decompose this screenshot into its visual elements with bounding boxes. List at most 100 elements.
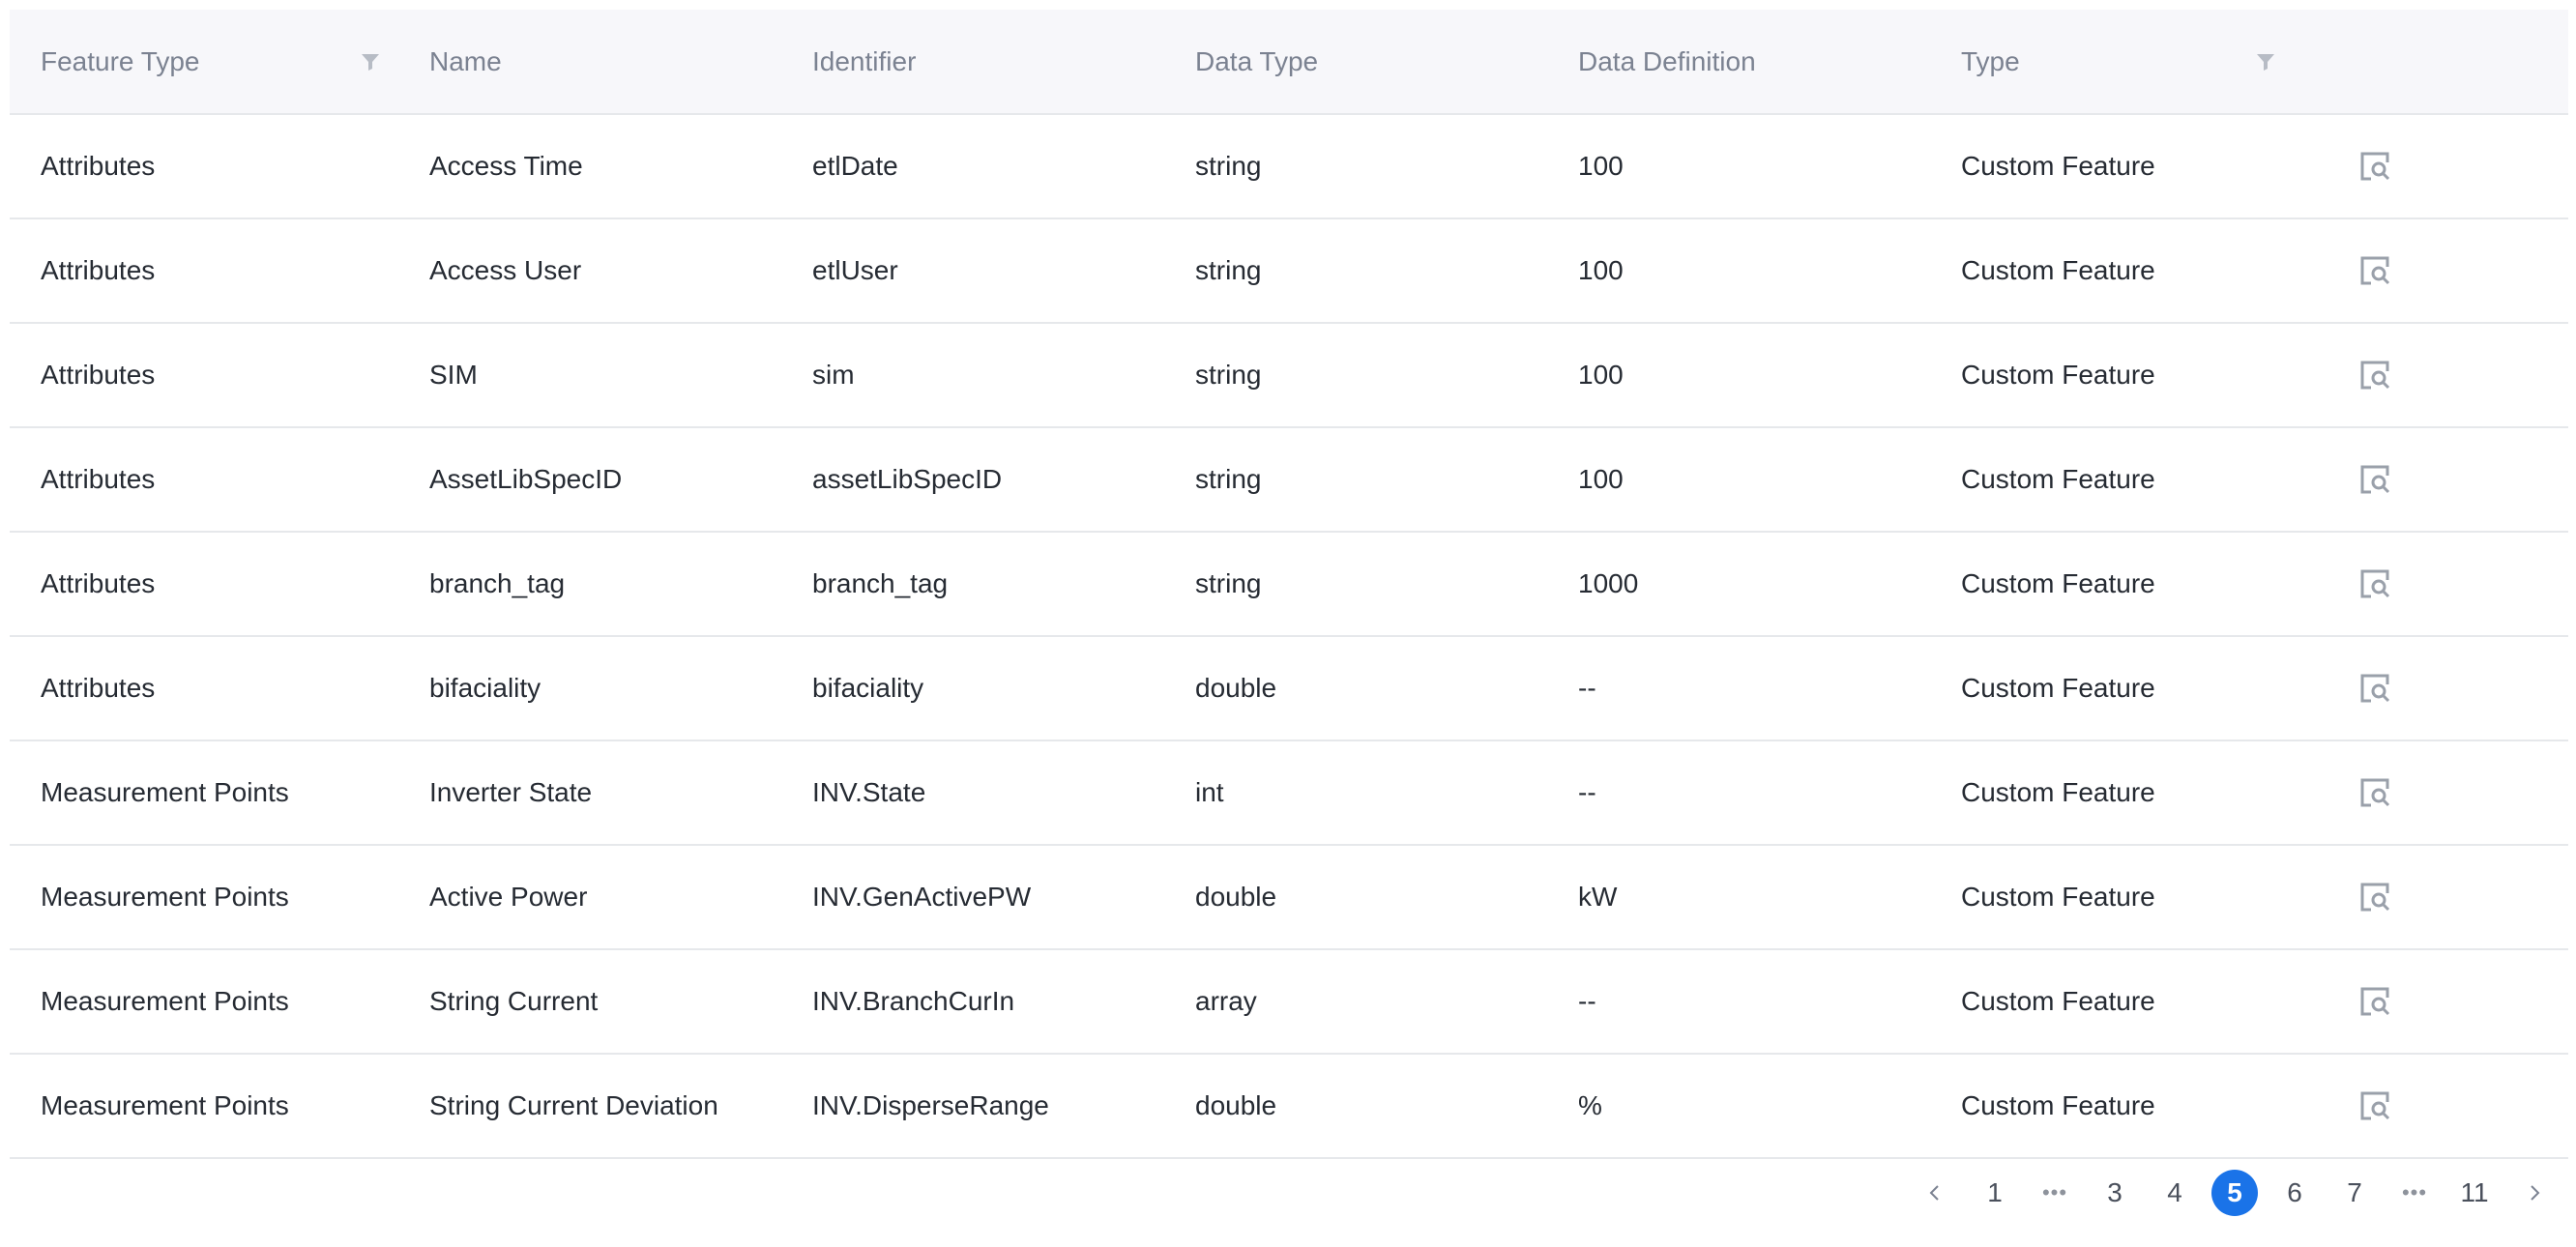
- pagination-ellipsis[interactable]: •••: [2391, 1170, 2438, 1216]
- cell-data-type: string: [1164, 114, 1547, 219]
- column-header-data-type: Data Type: [1164, 10, 1547, 115]
- column-header-label: Type: [1961, 45, 2020, 76]
- cell-name: Access Time: [398, 114, 781, 219]
- cell-name: AssetLibSpecID: [398, 427, 781, 533]
- cell-data-type: string: [1164, 427, 1547, 533]
- column-header-type: Type: [1930, 10, 2298, 115]
- pagination-page-4[interactable]: 4: [2152, 1170, 2198, 1216]
- column-header-label: Identifier: [812, 45, 917, 76]
- cell-type: Custom Feature: [1930, 218, 2298, 324]
- cell-data-definition: --: [1547, 636, 1930, 741]
- pagination-page-1[interactable]: 1: [1972, 1170, 2018, 1216]
- view-detail-icon[interactable]: [2357, 1088, 2392, 1123]
- cell-identifier: assetLibSpecID: [781, 427, 1164, 533]
- chevron-left-icon: [1929, 1185, 1939, 1201]
- table-row: Attributes bifaciality bifaciality double --…: [10, 636, 2568, 741]
- cell-feature-type: Attributes: [10, 323, 398, 428]
- cell-actions: [2298, 740, 2568, 846]
- column-header-label: Feature Type: [41, 45, 200, 76]
- cell-feature-type: Attributes: [10, 532, 398, 637]
- header-row: Feature Type Name Identifier Data Type D…: [10, 10, 2568, 115]
- column-header-data-definition: Data Definition: [1547, 10, 1930, 115]
- filter-icon[interactable]: [360, 51, 381, 72]
- pagination-page-5[interactable]: 5: [2211, 1170, 2258, 1216]
- table-row: Attributes SIM sim string 100 Custom Feature: [10, 323, 2568, 428]
- cell-data-type: string: [1164, 218, 1547, 324]
- table-row: Measurement Points Inverter State INV.Stat…: [10, 740, 2568, 846]
- cell-data-definition: --: [1547, 740, 1930, 846]
- cell-data-type: double: [1164, 1054, 1547, 1159]
- cell-identifier: bifaciality: [781, 636, 1164, 741]
- cell-feature-type: Measurement Points: [10, 949, 398, 1055]
- cell-actions: [2298, 532, 2568, 637]
- table-row: Attributes AssetLibSpecID assetLibSpecID st…: [10, 427, 2568, 533]
- pagination-ellipsis[interactable]: •••: [2032, 1170, 2078, 1216]
- view-detail-icon[interactable]: [2357, 880, 2392, 914]
- pagination: 1 ••• 3 4 5 6 7 ••• 11: [1905, 1170, 2564, 1216]
- cell-identifier: INV.GenActivePW: [781, 845, 1164, 950]
- table-row: Measurement Points String Current INV.Bran…: [10, 949, 2568, 1055]
- view-detail-icon[interactable]: [2357, 149, 2392, 184]
- cell-type: Custom Feature: [1930, 323, 2298, 428]
- cell-feature-type: Attributes: [10, 114, 398, 219]
- cell-feature-type: Attributes: [10, 427, 398, 533]
- cell-name: Inverter State: [398, 740, 781, 846]
- pagination-next-button[interactable]: [2511, 1170, 2558, 1216]
- cell-data-definition: 1000: [1547, 532, 1930, 637]
- cell-identifier: branch_tag: [781, 532, 1164, 637]
- feature-table: Feature Type Name Identifier Data Type D…: [10, 10, 2568, 1159]
- cell-data-type: int: [1164, 740, 1547, 846]
- cell-type: Custom Feature: [1930, 532, 2298, 637]
- view-detail-icon[interactable]: [2357, 462, 2392, 497]
- column-header-actions: [2298, 10, 2568, 115]
- view-detail-icon[interactable]: [2357, 566, 2392, 601]
- cell-type: Custom Feature: [1930, 1054, 2298, 1159]
- cell-actions: [2298, 845, 2568, 950]
- cell-name: Active Power: [398, 845, 781, 950]
- cell-name: String Current: [398, 949, 781, 1055]
- feature-table-container: Feature Type Name Identifier Data Type D…: [10, 10, 2568, 1159]
- table-body: Attributes Access Time etlDate string 100 Cus…: [10, 114, 2568, 1159]
- pagination-page-3[interactable]: 3: [2092, 1170, 2138, 1216]
- cell-actions: [2298, 427, 2568, 533]
- pagination-pages: 1 ••• 3 4 5 6 7 ••• 11: [1965, 1170, 2504, 1216]
- view-detail-icon[interactable]: [2357, 671, 2392, 706]
- cell-actions: [2298, 218, 2568, 324]
- chevron-right-icon: [2531, 1185, 2540, 1201]
- cell-feature-type: Measurement Points: [10, 1054, 398, 1159]
- filter-icon[interactable]: [2255, 51, 2276, 72]
- cell-data-definition: %: [1547, 1054, 1930, 1159]
- column-header-label: Data Type: [1195, 45, 1319, 76]
- cell-identifier: etlDate: [781, 114, 1164, 219]
- table-row: Attributes Access Time etlDate string 100 Cus…: [10, 114, 2568, 219]
- cell-data-definition: 100: [1547, 114, 1930, 219]
- cell-data-type: string: [1164, 323, 1547, 428]
- cell-actions: [2298, 636, 2568, 741]
- pagination-prev-button[interactable]: [1912, 1170, 1958, 1216]
- cell-data-type: array: [1164, 949, 1547, 1055]
- view-detail-icon[interactable]: [2357, 358, 2392, 392]
- column-header-name: Name: [398, 10, 781, 115]
- pagination-page-11[interactable]: 11: [2451, 1170, 2498, 1216]
- view-detail-icon[interactable]: [2357, 984, 2392, 1019]
- cell-identifier: etlUser: [781, 218, 1164, 324]
- column-header-label: Data Definition: [1578, 45, 1756, 76]
- cell-type: Custom Feature: [1930, 427, 2298, 533]
- cell-feature-type: Attributes: [10, 218, 398, 324]
- cell-actions: [2298, 1054, 2568, 1159]
- pagination-page-7[interactable]: 7: [2331, 1170, 2378, 1216]
- cell-type: Custom Feature: [1930, 845, 2298, 950]
- cell-name: bifaciality: [398, 636, 781, 741]
- view-detail-icon[interactable]: [2357, 775, 2392, 810]
- view-detail-icon[interactable]: [2357, 253, 2392, 288]
- cell-actions: [2298, 323, 2568, 428]
- cell-feature-type: Attributes: [10, 636, 398, 741]
- cell-type: Custom Feature: [1930, 636, 2298, 741]
- cell-actions: [2298, 114, 2568, 219]
- cell-type: Custom Feature: [1930, 740, 2298, 846]
- pagination-page-6[interactable]: 6: [2271, 1170, 2318, 1216]
- cell-data-definition: 100: [1547, 323, 1930, 428]
- cell-identifier: sim: [781, 323, 1164, 428]
- cell-feature-type: Measurement Points: [10, 845, 398, 950]
- table-row: Attributes Access User etlUser string 100 Cus…: [10, 218, 2568, 324]
